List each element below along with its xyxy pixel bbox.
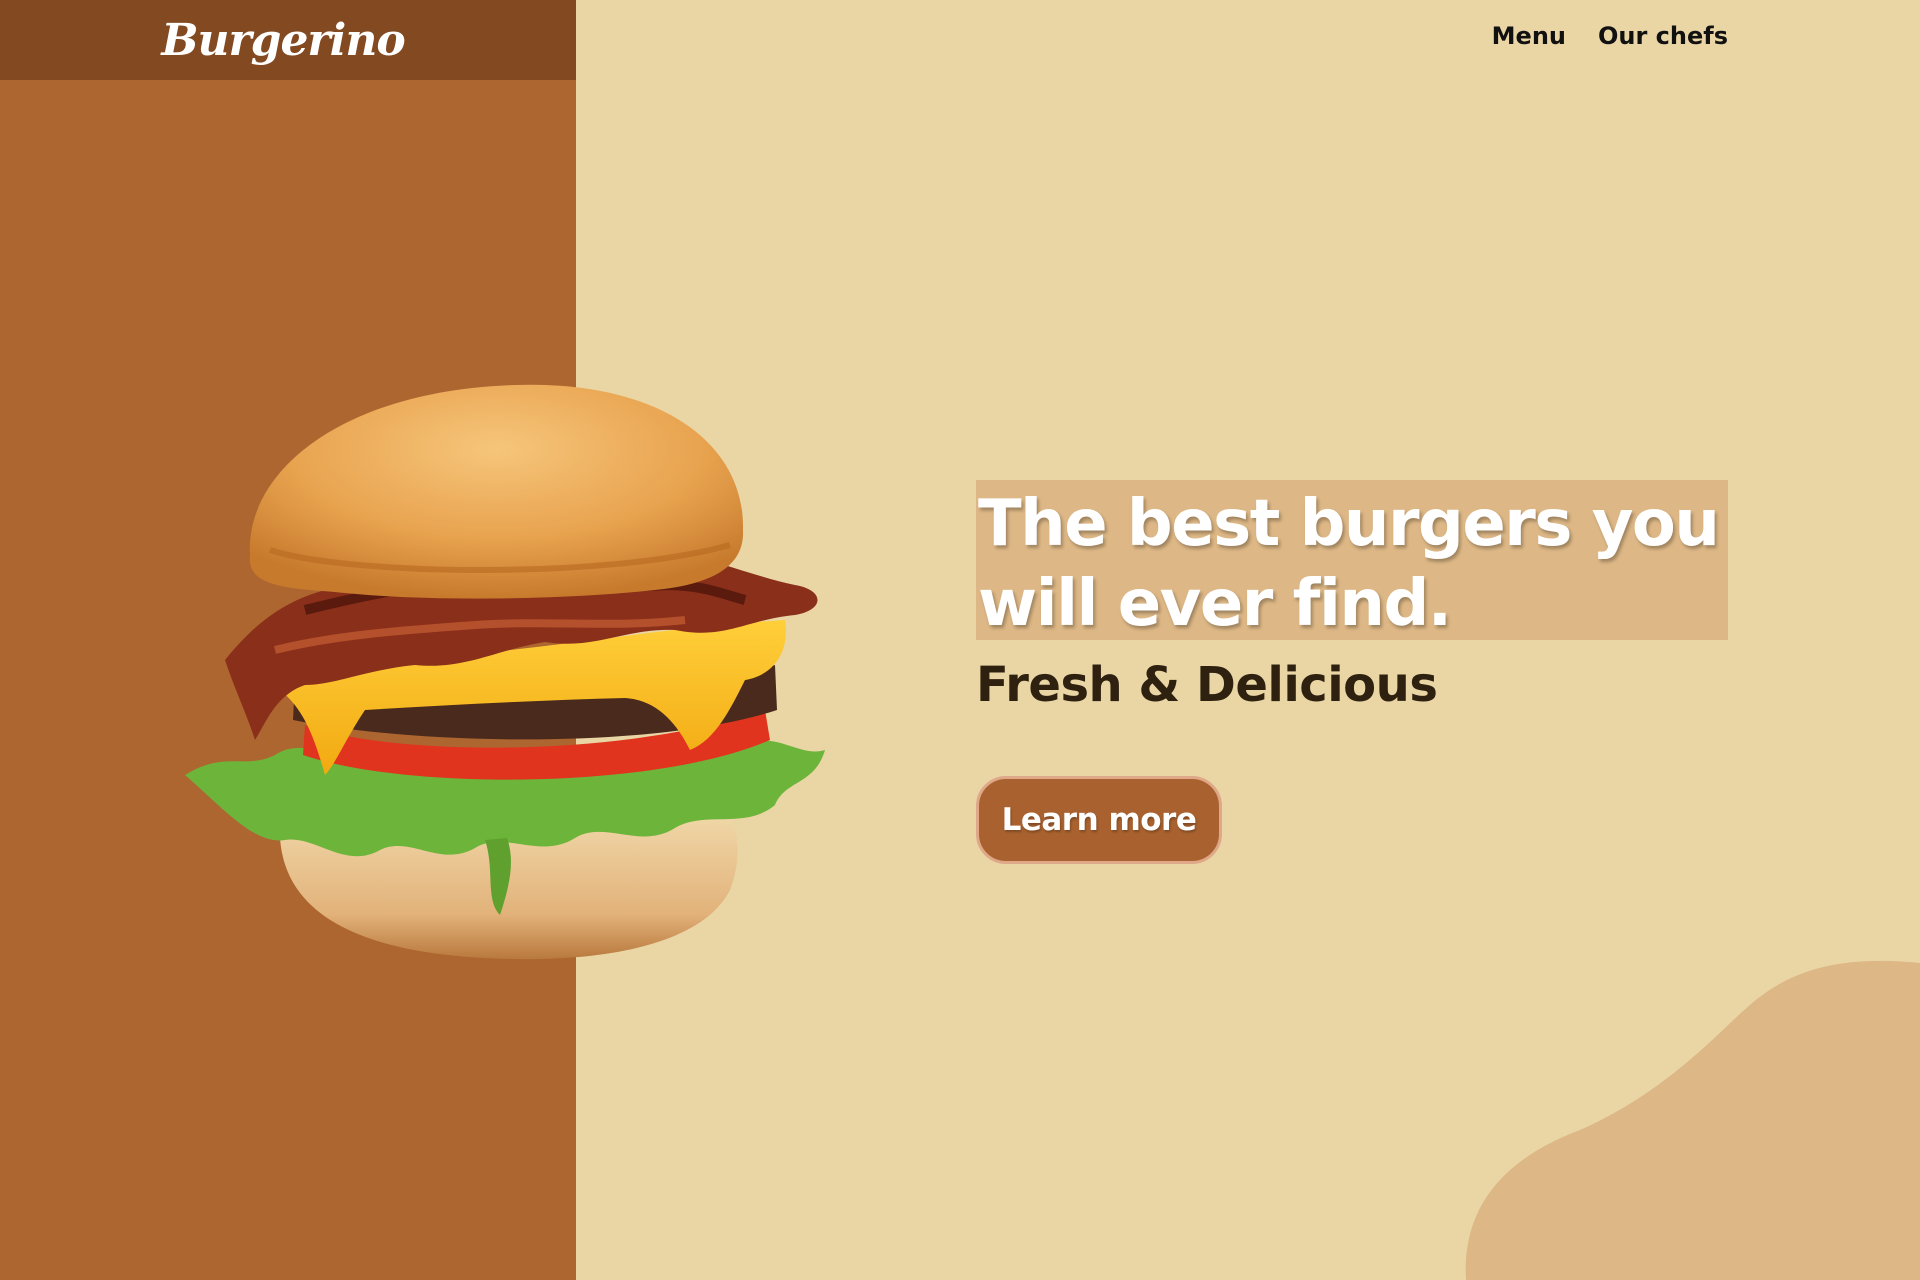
burger-image <box>185 384 825 960</box>
logo-bar: Burgerino <box>0 0 576 80</box>
decorative-blob <box>1465 960 1920 1280</box>
hero-subheadline: Fresh & Delicious <box>976 657 1438 713</box>
headline-highlight: The best burgers you will ever find. <box>976 480 1728 641</box>
top-nav: Menu Our chefs <box>1492 22 1728 50</box>
nav-item-menu[interactable]: Menu <box>1492 22 1566 50</box>
hero-headline: The best burgers you will ever find. <box>978 487 1720 641</box>
nav-item-our-chefs[interactable]: Our chefs <box>1598 22 1728 50</box>
learn-more-button[interactable]: Learn more <box>976 776 1222 864</box>
brand-logo[interactable]: Burgerino <box>161 15 414 66</box>
